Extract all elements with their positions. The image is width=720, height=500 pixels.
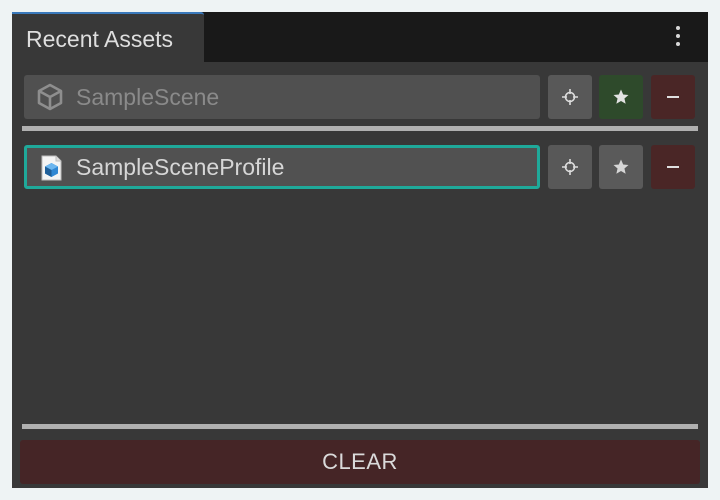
ping-button[interactable] [548, 75, 592, 119]
favorite-button[interactable] [599, 75, 643, 119]
separator [22, 126, 698, 131]
kebab-menu-icon[interactable] [668, 23, 688, 49]
asset-field-sample-scene-profile[interactable]: SampleSceneProfile [24, 145, 540, 189]
crosshair-icon [562, 89, 578, 105]
minus-icon [667, 166, 679, 168]
title-bar: Recent Assets [12, 12, 708, 62]
tab-recent-assets[interactable]: Recent Assets [12, 12, 204, 62]
remove-button[interactable] [651, 75, 695, 119]
ping-button[interactable] [548, 145, 592, 189]
crosshair-icon [562, 159, 578, 175]
clear-button[interactable]: CLEAR [20, 440, 700, 484]
minus-icon [667, 96, 679, 98]
scriptable-object-icon [41, 155, 62, 181]
recent-assets-window: Recent Assets SampleScene SampleScenePro… [12, 12, 708, 488]
separator [22, 424, 698, 429]
favorite-button[interactable] [599, 145, 643, 189]
remove-button[interactable] [651, 145, 695, 189]
asset-field-sample-scene[interactable]: SampleScene [24, 75, 540, 119]
star-icon [613, 159, 629, 174]
tab-title: Recent Assets [26, 26, 174, 52]
asset-name: SampleSceneProfile [76, 154, 285, 180]
unity-scene-icon [37, 83, 63, 111]
star-icon [613, 89, 629, 104]
asset-name: SampleScene [76, 84, 220, 110]
